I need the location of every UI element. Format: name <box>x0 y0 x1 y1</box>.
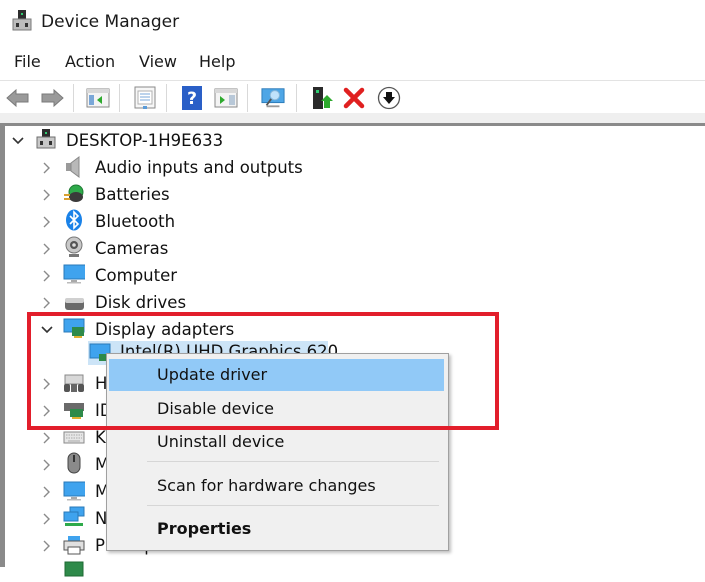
console-tree-icon <box>86 88 110 108</box>
menu-separator <box>147 461 439 462</box>
bluetooth-icon <box>66 209 82 231</box>
update-driver-button[interactable] <box>310 86 334 110</box>
forward-button[interactable] <box>40 86 64 110</box>
action-pane-button[interactable] <box>214 86 238 110</box>
expand-chevron-icon[interactable] <box>40 377 54 391</box>
tree-item-label: Computer <box>95 266 178 285</box>
menu-item-label: Uninstall device <box>157 432 285 451</box>
menu-file[interactable]: File <box>14 52 41 71</box>
action-pane-icon <box>214 88 238 108</box>
toolbar: ? <box>0 80 705 114</box>
keyboard-icon <box>63 431 85 444</box>
menu-view[interactable]: View <box>139 52 177 71</box>
toolbar-separator <box>247 84 248 112</box>
menu-item-label: Properties <box>157 519 252 538</box>
update-driver-icon <box>313 87 333 109</box>
menu-help[interactable]: Help <box>199 52 235 71</box>
context-menu-scan-hardware[interactable]: Scan for hardware changes <box>109 470 444 502</box>
uninstall-button[interactable] <box>342 86 366 110</box>
monitor-icon <box>63 264 85 284</box>
context-menu-disable-device[interactable]: Disable device <box>109 393 444 425</box>
svg-text:?: ? <box>187 89 197 109</box>
tree-item-label: K <box>95 428 106 447</box>
red-x-icon <box>343 87 365 109</box>
tree-item-label: Bluetooth <box>95 212 176 231</box>
help-button[interactable]: ? <box>180 86 204 110</box>
tree-item-label: Audio inputs and outputs <box>95 158 303 177</box>
window-border <box>0 123 5 567</box>
menu-item-label: Disable device <box>157 399 274 418</box>
console-tree-button[interactable] <box>86 86 110 110</box>
menu-item-label: Update driver <box>157 365 268 384</box>
toolbar-separator <box>296 84 297 112</box>
help-icon: ? <box>182 86 202 110</box>
expand-chevron-icon[interactable] <box>40 161 54 175</box>
expand-chevron-icon[interactable] <box>40 458 54 472</box>
disk-drive-icon <box>65 298 84 310</box>
back-arrow-icon <box>6 88 29 108</box>
mouse-icon <box>67 452 81 474</box>
forward-arrow-icon <box>41 88 64 108</box>
properties-button[interactable] <box>133 86 157 110</box>
expand-chevron-icon[interactable] <box>40 404 54 418</box>
context-menu-properties[interactable]: Properties <box>109 513 444 545</box>
menu-action[interactable]: Action <box>65 52 115 71</box>
expand-chevron-icon[interactable] <box>40 512 54 526</box>
display-adapter-icon <box>63 318 85 338</box>
ide-controller-icon <box>64 403 84 419</box>
hid-icon <box>64 374 84 392</box>
processor-icon <box>64 561 84 577</box>
menu-item-label: Scan for hardware changes <box>157 476 376 495</box>
toolbar-separator <box>119 84 120 112</box>
tree-item-label: Disk drives <box>95 293 187 312</box>
title-bar: Device Manager <box>0 0 705 44</box>
context-menu: Update driver Disable device Uninstall d… <box>106 353 449 551</box>
scan-monitor-icon <box>261 88 285 108</box>
speaker-icon <box>66 156 80 178</box>
expand-chevron-icon[interactable] <box>40 431 54 445</box>
back-button[interactable] <box>6 86 30 110</box>
network-adapter-icon <box>63 506 85 526</box>
context-menu-update-driver[interactable]: Update driver <box>109 359 444 391</box>
toolbar-separator <box>73 84 74 112</box>
collapse-chevron-icon[interactable] <box>40 323 54 337</box>
toolbar-separator <box>166 84 167 112</box>
tree-item-label: Display adapters <box>95 320 235 339</box>
tree-root-label[interactable]: DESKTOP-1H9E633 <box>66 131 223 150</box>
tree-item-label: Cameras <box>95 239 169 258</box>
toolbar-divider <box>0 113 705 126</box>
menu-separator <box>147 505 439 506</box>
collapse-chevron-icon[interactable] <box>11 134 25 148</box>
printer-icon <box>63 536 85 555</box>
device-manager-icon <box>12 10 32 31</box>
menu-bar: File Action View Help <box>0 48 705 78</box>
expand-chevron-icon[interactable] <box>40 269 54 283</box>
expand-chevron-icon[interactable] <box>40 296 54 310</box>
down-arrow-circle-icon <box>377 86 401 110</box>
expand-chevron-icon[interactable] <box>40 539 54 553</box>
expand-chevron-icon[interactable] <box>40 242 54 256</box>
expand-chevron-icon[interactable] <box>40 215 54 229</box>
camera-icon <box>65 236 83 257</box>
context-menu-uninstall-device[interactable]: Uninstall device <box>109 426 444 458</box>
tree-item-label: Batteries <box>95 185 170 204</box>
computer-tower-icon <box>36 129 56 149</box>
monitor-icon <box>63 481 85 501</box>
expand-chevron-icon[interactable] <box>40 188 54 202</box>
expand-chevron-icon[interactable] <box>40 485 54 499</box>
scan-hardware-button[interactable] <box>261 86 285 110</box>
properties-sheet-icon <box>134 86 156 109</box>
window-title: Device Manager <box>41 12 180 32</box>
battery-icon <box>64 184 84 202</box>
disable-device-button[interactable] <box>377 86 401 110</box>
